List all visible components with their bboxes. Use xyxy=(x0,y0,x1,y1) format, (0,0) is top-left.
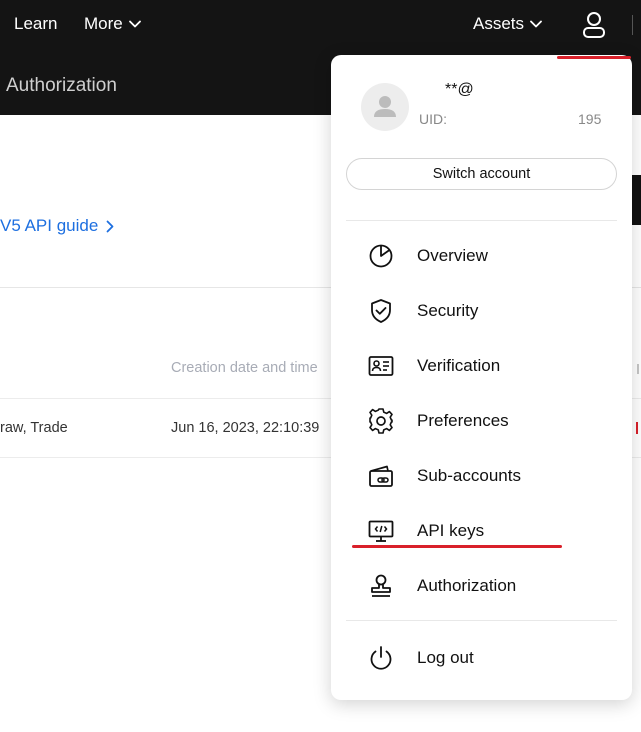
column-header-edge xyxy=(637,364,641,374)
nav-assets[interactable]: Assets xyxy=(473,14,542,34)
logout-button[interactable]: Log out xyxy=(331,636,632,680)
logout-label: Log out xyxy=(417,648,474,667)
uid-value: 195 xyxy=(578,111,602,127)
account-email: **@ xyxy=(445,81,474,98)
menu-item-label: Sub-accounts xyxy=(417,466,521,485)
table-cell-permissions: raw, Trade xyxy=(0,420,68,436)
api-guide-link[interactable]: V5 API guide xyxy=(0,216,114,236)
api-monitor-icon xyxy=(367,517,395,545)
nav-assets-label: Assets xyxy=(473,14,525,33)
menu-item-label: Verification xyxy=(417,356,501,375)
menu-item-security[interactable]: Security xyxy=(331,289,632,333)
menu-item-overview[interactable]: Overview xyxy=(331,234,632,278)
avatar xyxy=(361,83,409,131)
nav-learn[interactable]: Learn xyxy=(14,14,57,34)
delete-action-edge[interactable] xyxy=(636,422,641,434)
menu-item-preferences[interactable]: Preferences xyxy=(331,399,632,443)
nav-more-label: More xyxy=(84,14,123,33)
switch-account-button[interactable]: Switch account xyxy=(346,158,617,190)
menu-item-authorization[interactable]: Authorization xyxy=(331,564,632,608)
chevron-down-icon xyxy=(530,20,542,28)
account-dropdown-menu: **@ UID: 195 Switch account Overview Sec… xyxy=(331,55,632,700)
nav-more[interactable]: More xyxy=(84,14,141,34)
user-profile-button[interactable] xyxy=(580,10,608,40)
api-guide-label: V5 API guide xyxy=(0,216,99,235)
id-card-icon xyxy=(367,352,395,380)
chevron-down-icon xyxy=(128,20,141,28)
stamp-icon xyxy=(367,572,395,600)
chevron-right-icon xyxy=(106,220,114,232)
shield-check-icon xyxy=(367,297,395,325)
table-cell-created: Jun 16, 2023, 22:10:39 xyxy=(171,420,320,436)
highlight-underline-user xyxy=(557,56,631,59)
menu-item-verification[interactable]: Verification xyxy=(331,344,632,388)
menu-item-label: Overview xyxy=(417,246,488,265)
menu-item-label: Preferences xyxy=(417,411,509,430)
menu-item-label: Authorization xyxy=(417,576,517,595)
uid-label: UID: xyxy=(419,111,447,127)
column-header-created: Creation date and time xyxy=(171,360,318,376)
create-key-button-edge[interactable] xyxy=(632,175,641,225)
highlight-underline-api-keys xyxy=(352,545,562,548)
page-title: Authorization xyxy=(6,75,117,96)
menu-divider xyxy=(346,220,617,221)
pie-chart-icon xyxy=(367,242,395,270)
power-icon xyxy=(367,644,395,672)
menu-item-label: Security xyxy=(417,301,479,320)
top-navigation-bar: Learn More Assets xyxy=(0,0,641,50)
nav-learn-label: Learn xyxy=(14,14,58,33)
nav-divider xyxy=(632,15,633,35)
menu-divider xyxy=(346,620,617,621)
sub-account-wallet-icon xyxy=(367,462,395,490)
menu-item-label: API keys xyxy=(417,521,485,540)
avatar-user-icon xyxy=(374,96,396,117)
user-icon xyxy=(583,12,605,38)
menu-item-sub-accounts[interactable]: Sub-accounts xyxy=(331,454,632,498)
gear-icon xyxy=(367,407,395,435)
